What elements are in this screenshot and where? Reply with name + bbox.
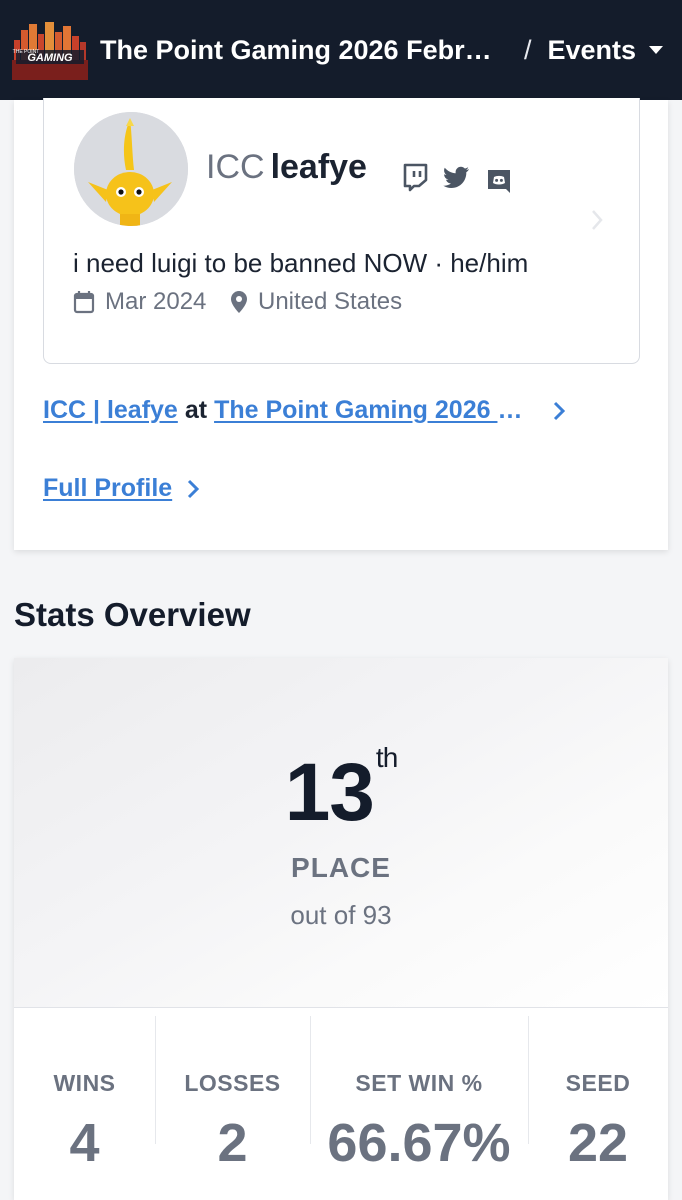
- entrant-event-link[interactable]: The Point Gaming 2026 February: [214, 396, 532, 425]
- placement-value: 13th: [14, 742, 668, 840]
- stat-value: 4: [69, 1113, 100, 1173]
- chevron-right-icon[interactable]: [590, 208, 604, 232]
- placement-panel: 13th PLACE out of 93: [14, 658, 668, 1008]
- placement-suffix: th: [375, 742, 398, 773]
- location-pin-icon: [231, 291, 247, 313]
- chevron-right-icon[interactable]: [552, 400, 566, 422]
- stat-seed: SEED 22: [528, 1008, 668, 1200]
- player-tag: ICC leafye: [206, 148, 367, 187]
- calendar-icon: [73, 291, 95, 314]
- full-profile-link[interactable]: Full Profile: [43, 474, 172, 503]
- section-title: Stats Overview: [14, 596, 251, 633]
- twitter-icon[interactable]: [442, 162, 472, 192]
- stat-divider: [155, 1016, 156, 1144]
- event-title[interactable]: The Point Gaming 2026 February: [100, 35, 496, 66]
- entrant-count: out of 93: [290, 900, 392, 930]
- svg-text:THE POINT: THE POINT: [13, 49, 40, 55]
- stat-divider: [310, 1016, 311, 1144]
- gamer-tag: leafye: [270, 148, 367, 186]
- joined-date-text: Mar 2024: [105, 288, 207, 315]
- player-card[interactable]: ICC leafye i need luigi to be banned NOW …: [43, 98, 640, 364]
- event-logo[interactable]: GAMING THE POINT: [12, 20, 88, 80]
- stat-wins: WINS 4: [14, 1008, 155, 1200]
- breadcrumb-separator: /: [524, 34, 532, 65]
- entrant-name-link[interactable]: ICC | leafye: [43, 396, 178, 425]
- placement-label: PLACE: [291, 852, 391, 883]
- player-location-text: United States: [258, 288, 403, 315]
- stat-label: LOSSES: [184, 1070, 281, 1096]
- stat-label: SEED: [565, 1070, 631, 1096]
- chevron-down-icon[interactable]: [648, 45, 664, 55]
- stat-label: WINS: [53, 1070, 116, 1096]
- twitch-icon[interactable]: [400, 162, 430, 192]
- avatar: [74, 112, 188, 226]
- discord-icon[interactable]: [484, 166, 514, 196]
- stat-value: 2: [217, 1113, 248, 1173]
- stat-value: 22: [567, 1113, 629, 1173]
- chevron-right-icon[interactable]: [186, 478, 200, 500]
- stat-row: WINS 4 LOSSES 2 SET WIN % 66.67% SEED 22: [14, 1008, 668, 1200]
- entrant-at-text: at: [184, 396, 208, 424]
- joined-date: Mar 2024: [73, 288, 206, 316]
- profile-section: ICC leafye i need luigi to be banned NOW …: [14, 98, 668, 550]
- stat-losses: LOSSES 2: [155, 1008, 310, 1200]
- stat-divider: [528, 1016, 529, 1144]
- player-location: United States: [230, 288, 402, 316]
- stat-value: 66.67%: [327, 1113, 511, 1173]
- full-profile-row[interactable]: Full Profile: [43, 474, 200, 503]
- team-prefix: ICC: [206, 148, 265, 186]
- stat-set-win: SET WIN % 66.67%: [310, 1008, 528, 1200]
- pikmin-avatar-icon: [74, 112, 188, 226]
- stat-label: SET WIN %: [355, 1070, 483, 1096]
- top-navigation-bar: GAMING THE POINT The Point Gaming 2026 F…: [0, 0, 682, 100]
- entrant-link-row[interactable]: ICC | leafye at The Point Gaming 2026 Fe…: [43, 396, 566, 425]
- stats-overview-card: 13th PLACE out of 93 WINS 4 LOSSES 2 SET…: [14, 658, 668, 1200]
- placement-number: 13: [284, 747, 375, 838]
- events-menu-button[interactable]: Events: [548, 35, 637, 66]
- player-bio: i need luigi to be banned NOW · he/him: [73, 248, 529, 278]
